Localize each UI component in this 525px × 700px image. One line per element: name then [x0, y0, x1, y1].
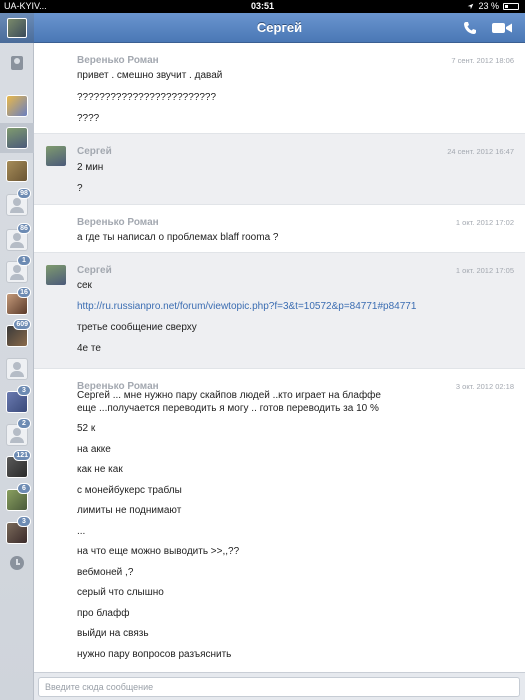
video-camera-icon[interactable]: [491, 21, 513, 35]
sidebar-dialog-6[interactable]: 1: [6, 255, 31, 283]
message-author: Веренько Роман: [77, 55, 159, 66]
message-group: Сергей 1 окт. 2012 17:05 сек http://ru.r…: [34, 253, 525, 369]
status-bar: UA-KYIV... 03:51 23 %: [0, 0, 525, 13]
sidebar-dialog-5[interactable]: 86: [6, 223, 31, 251]
message-list[interactable]: Веренько Роман 7 сент. 2012 18:06 привет…: [34, 43, 525, 672]
message-text: про блафф: [77, 608, 130, 619]
message-text: как не как: [77, 464, 123, 475]
message-text: выйди на связь: [77, 628, 149, 639]
sidebar-profile[interactable]: [0, 13, 34, 43]
message-text: Сергей ... мне нужно пару скайпов людей …: [77, 390, 381, 401]
sidebar-dialog-3[interactable]: [6, 160, 28, 182]
chat-title: Сергей: [256, 20, 303, 35]
message-text: сек: [77, 280, 92, 291]
message-text: 52 к: [77, 423, 96, 434]
message-text: ?????????????????????????: [77, 92, 217, 103]
unread-badge: 98: [17, 188, 31, 199]
message-text: а где ты написал о проблемах blaff rooma…: [77, 232, 279, 243]
phone-icon[interactable]: [463, 21, 477, 35]
sender-avatar[interactable]: [46, 265, 66, 285]
sidebar-dialog-1[interactable]: [6, 95, 28, 117]
unread-badge: 3: [17, 516, 31, 527]
unread-badge: 6: [17, 483, 31, 494]
unread-badge: 2: [17, 418, 31, 429]
message-text: привет . смешно звучит . давай: [77, 70, 223, 81]
message-group: Веренько Роман 7 сент. 2012 18:06 привет…: [34, 43, 525, 134]
message-text: на что еще можно выводить >>,,??: [77, 546, 240, 557]
message-text: 4е те: [77, 343, 101, 354]
message-text: с монейбукерс траблы: [77, 485, 182, 496]
message-text: нужно пару вопросов разъяснить: [77, 649, 232, 660]
sidebar-dialog-9[interactable]: [6, 358, 28, 380]
sender-avatar[interactable]: [46, 146, 66, 166]
message-text: серый что слышно: [77, 587, 164, 598]
sidebar-dialog-8[interactable]: 609: [6, 319, 31, 347]
message-text: лимиты не поднимают: [77, 505, 182, 516]
message-text: на акке: [77, 444, 111, 455]
battery-icon: [503, 3, 519, 10]
sidebar: 98 86 1 16 609 3 2 121 6 3: [0, 13, 34, 700]
sidebar-dialog-4[interactable]: 98: [6, 188, 31, 216]
message-group: Веренько Роман 3 окт. 2012 02:18 Сергей …: [34, 369, 525, 672]
unread-badge: 121: [13, 450, 31, 461]
message-text: ?: [77, 183, 83, 194]
composer-bar: [34, 672, 525, 700]
unread-badge: 86: [17, 223, 31, 234]
message-text: ...: [77, 526, 86, 537]
message-group: Сергей 24 сент. 2012 16:47 2 мин ?: [34, 134, 525, 205]
location-icon: [468, 3, 474, 10]
unread-badge: 1: [17, 255, 31, 266]
clock-icon[interactable]: [10, 556, 24, 570]
message-input[interactable]: [38, 677, 520, 697]
message-link[interactable]: http://ru.russianpro.net/forum/viewtopic…: [77, 300, 416, 313]
sidebar-dialog-14[interactable]: 3: [6, 516, 31, 544]
message-group: Веренько Роман 1 окт. 2012 17:02 а где т…: [34, 205, 525, 253]
contacts-icon[interactable]: [11, 56, 23, 70]
sidebar-dialog-13[interactable]: 6: [6, 483, 31, 511]
profile-avatar[interactable]: [7, 18, 27, 38]
message-date: 1 окт. 2012 17:05: [455, 266, 514, 275]
message-text: ????: [77, 113, 100, 124]
message-date: 3 окт. 2012 02:18: [455, 382, 514, 391]
chat-header: Сергей: [34, 13, 525, 43]
message-text: третье сообщение сверху: [77, 322, 197, 333]
unread-badge: 16: [17, 287, 31, 298]
message-author: Веренько Роман: [77, 217, 159, 228]
message-author: Сергей: [77, 265, 112, 276]
message-text: 2 мин: [77, 162, 104, 173]
status-time: 03:51: [250, 1, 275, 11]
message-date: 1 окт. 2012 17:02: [455, 218, 514, 227]
message-date: 7 сент. 2012 18:06: [451, 56, 514, 65]
message-date: 24 сент. 2012 16:47: [447, 147, 514, 156]
unread-badge: 609: [13, 319, 31, 330]
sidebar-dialog-10[interactable]: 3: [6, 385, 31, 413]
sidebar-dialog-12[interactable]: 121: [6, 450, 31, 478]
battery-percent: 23 %: [478, 1, 499, 11]
message-text: вебмоней ,?: [77, 567, 134, 578]
unread-badge: 3: [17, 385, 31, 396]
message-text: еще ...получается переводить я могу .. г…: [77, 403, 379, 414]
sidebar-dialog-7[interactable]: 16: [6, 287, 31, 315]
status-right: 23 %: [467, 0, 519, 13]
message-author: Сергей: [77, 146, 112, 157]
sidebar-dialog-selected[interactable]: [6, 127, 28, 149]
sidebar-dialog-11[interactable]: 2: [6, 418, 31, 446]
